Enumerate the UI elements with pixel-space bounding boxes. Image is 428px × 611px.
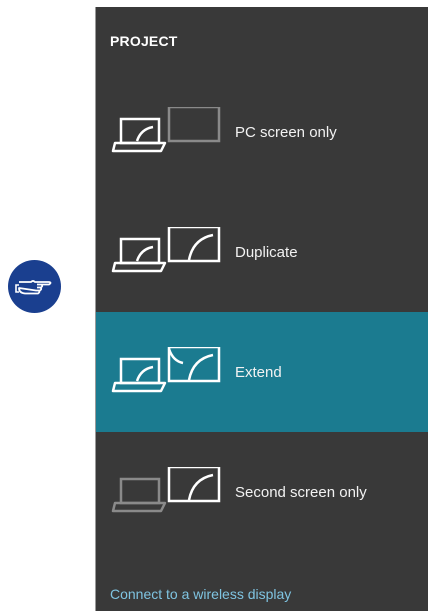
option-pc-screen-only[interactable]: PC screen only [96,72,428,192]
second-screen-only-icon [111,467,221,513]
option-second-screen-only[interactable]: Second screen only [96,432,428,552]
connect-wireless-display-link[interactable]: Connect to a wireless display [110,586,291,602]
pc-screen-only-icon [111,107,221,153]
extend-icon [111,347,221,393]
option-label: Second screen only [235,483,367,501]
duplicate-icon [111,227,221,273]
project-panel: PROJECT PC screen only Duplicate Extend … [95,7,428,611]
option-duplicate[interactable]: Duplicate [96,192,428,312]
panel-title: PROJECT [110,33,178,49]
pointing-hand-icon [8,260,61,313]
option-label: Duplicate [235,243,298,261]
option-extend[interactable]: Extend [96,312,428,432]
option-label: PC screen only [235,123,337,141]
option-label: Extend [235,363,282,381]
